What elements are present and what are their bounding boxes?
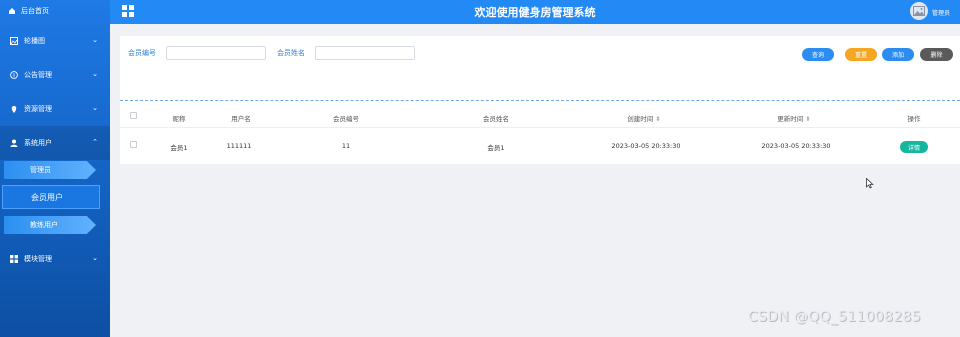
chevron-down-icon: ⌄ [92,104,98,112]
add-button[interactable]: 添加 [882,48,914,61]
header-member-no: 会员编号 [333,115,359,123]
sidebar-item-banner[interactable]: 轮播图 ⌄ [0,24,110,58]
sidebar-item-notice[interactable]: 公告管理 ⌄ [0,58,110,92]
grid-icon [10,255,18,263]
cell-nickname: 会员1 [170,144,188,152]
chevron-down-icon: ⌄ [92,36,98,44]
divider [120,100,960,101]
image-icon [913,6,925,16]
chevron-up-icon: ⌃ [92,138,98,146]
sidebar-subitem-label: 管理员 [30,166,51,174]
sort-icon[interactable]: ⬍ [805,115,810,123]
sidebar-home[interactable]: 后台首页 [0,0,110,22]
sidebar-item-label: 公告管理 [24,71,52,79]
sidebar: 后台首页 轮播图 ⌄ 公告管理 ⌄ 资源管理 ⌄ 系统用户 ⌃ 管理员 会员用户 [0,0,110,337]
avatar[interactable] [910,2,928,20]
header-nickname: 昵称 [172,115,186,123]
header-updated[interactable]: 更新时间 ⬍ [777,113,810,123]
member-no-label: 会员编号 [128,49,156,57]
sidebar-subitem-coach-users[interactable]: 教练用户 [0,213,110,237]
top-header: 欢迎使用健身房管理系统 管理员 [110,0,960,24]
detail-button[interactable]: 详情 [900,141,928,153]
table-header: 昵称 用户名 会员编号 会员姓名 创建时间 ⬍ 更新时间 ⬍ 操作 [120,106,960,128]
sidebar-item-label: 资源管理 [24,105,52,113]
cell-created: 2023-03-05 20:33:30 [611,142,681,150]
sidebar-item-system-users[interactable]: 系统用户 ⌃ [0,126,110,160]
chevron-down-icon: ⌄ [92,254,98,262]
header-action: 操作 [907,115,921,123]
chevron-down-icon: ⌄ [92,70,98,78]
cell-updated: 2023-03-05 20:33:30 [761,142,831,150]
watermark: CSDN @QQ_511008285 [748,309,921,325]
header-created-label: 创建时间 [627,115,654,123]
location-icon [10,105,18,113]
mouse-cursor-icon [866,177,874,191]
sort-icon[interactable]: ⬍ [655,115,660,123]
cell-member-name: 会员1 [487,144,505,152]
query-button[interactable]: 查询 [802,48,834,61]
sidebar-item-modules[interactable]: 模块管理 ⌄ [0,242,110,276]
delete-button[interactable]: 删除 [920,48,953,61]
row-checkbox[interactable] [130,141,137,148]
sidebar-item-label: 轮播图 [24,37,45,45]
sidebar-subitem-label: 会员用户 [31,192,63,202]
home-icon [8,7,16,15]
sidebar-subitem-label: 教练用户 [30,221,58,229]
main-panel: 会员编号 会员姓名 查询 重置 添加 删除 昵称 用户名 会员编号 会员姓名 创… [120,36,960,164]
sidebar-item-label: 模块管理 [24,255,52,263]
select-all-checkbox[interactable] [130,112,137,119]
sidebar-subitem-member-users[interactable]: 会员用户 [2,185,100,209]
reset-button[interactable]: 重置 [845,48,877,61]
sidebar-item-label: 系统用户 [24,139,52,147]
info-icon [10,71,18,79]
user-icon [10,139,18,147]
cell-username: 111111 [226,142,252,150]
page-title: 欢迎使用健身房管理系统 [474,6,596,19]
member-name-input[interactable] [315,46,415,60]
header-member-name: 会员姓名 [483,115,509,123]
header-created[interactable]: 创建时间 ⬍ [627,113,660,123]
sidebar-subitem-admin[interactable]: 管理员 [0,158,110,182]
member-no-input[interactable] [166,46,266,60]
member-name-label: 会员姓名 [277,49,305,57]
header-updated-label: 更新时间 [777,115,804,123]
sidebar-item-resources[interactable]: 资源管理 ⌄ [0,92,110,126]
sidebar-home-label: 后台首页 [21,7,49,15]
header-username: 用户名 [231,115,251,123]
image-icon [10,37,18,45]
table-row: 会员1 111111 11 会员1 2023-03-05 20:33:30 20… [120,135,960,159]
cell-member-no: 11 [341,142,351,150]
username-label[interactable]: 管理员 [932,8,950,17]
